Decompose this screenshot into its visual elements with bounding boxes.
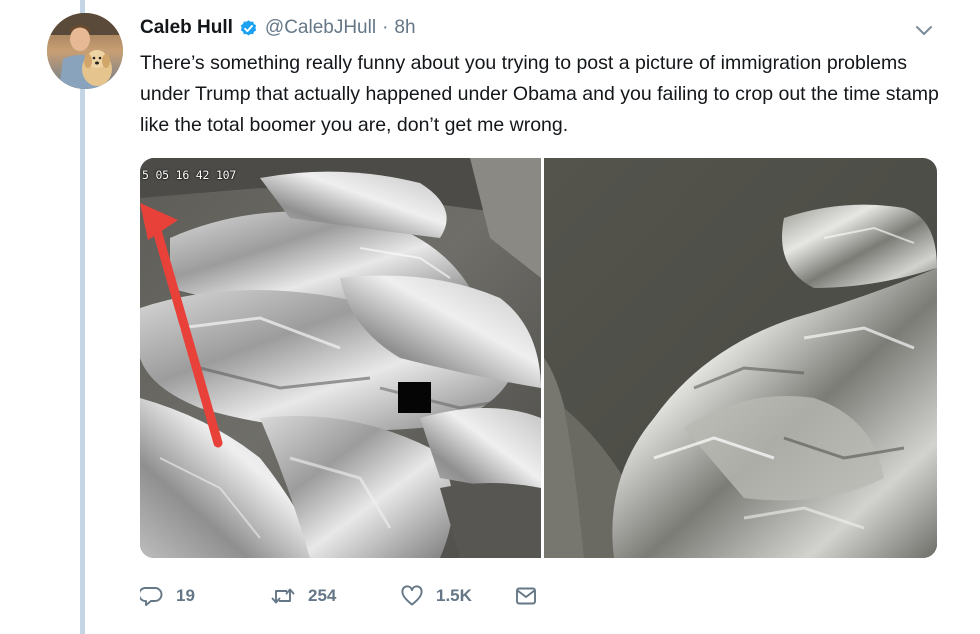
- author-handle[interactable]: @CalebJHull: [265, 17, 376, 39]
- tweet-text: There’s something really funny about you…: [140, 52, 939, 136]
- tweet-header: Caleb Hull @CalebJHull · 8h: [140, 14, 416, 42]
- retweet-count: 254: [308, 586, 337, 605]
- media-photo-left[interactable]: 5 05 16 42 107: [140, 158, 541, 558]
- chevron-down-icon[interactable]: [914, 24, 934, 38]
- author-name[interactable]: Caleb Hull: [140, 17, 233, 39]
- retweet-icon: [270, 584, 296, 608]
- tweet-media: 5 05 16 42 107: [140, 158, 937, 558]
- verified-badge-icon: [239, 19, 258, 38]
- tweet-card: Caleb Hull @CalebJHull · 8h There’s some…: [0, 0, 980, 634]
- reply-count: 19: [176, 586, 195, 605]
- retweet-button[interactable]: 254: [270, 584, 400, 608]
- tweet-actions: 19 254 1.5K: [140, 578, 538, 614]
- media-photo-right[interactable]: [544, 158, 937, 558]
- reply-button[interactable]: 19: [140, 584, 270, 608]
- thread-line: [80, 0, 85, 634]
- header-separator: ·: [382, 17, 389, 38]
- reply-icon: [140, 584, 164, 608]
- envelope-icon: [514, 584, 538, 608]
- media-timestamp-overlay: 5 05 16 42 107: [142, 168, 237, 182]
- direct-message-button[interactable]: [514, 584, 538, 608]
- heart-icon: [400, 584, 424, 608]
- like-button[interactable]: 1.5K: [400, 584, 514, 608]
- tweet-timestamp[interactable]: 8h: [394, 17, 415, 39]
- like-count: 1.5K: [436, 586, 472, 605]
- avatar[interactable]: [47, 13, 123, 89]
